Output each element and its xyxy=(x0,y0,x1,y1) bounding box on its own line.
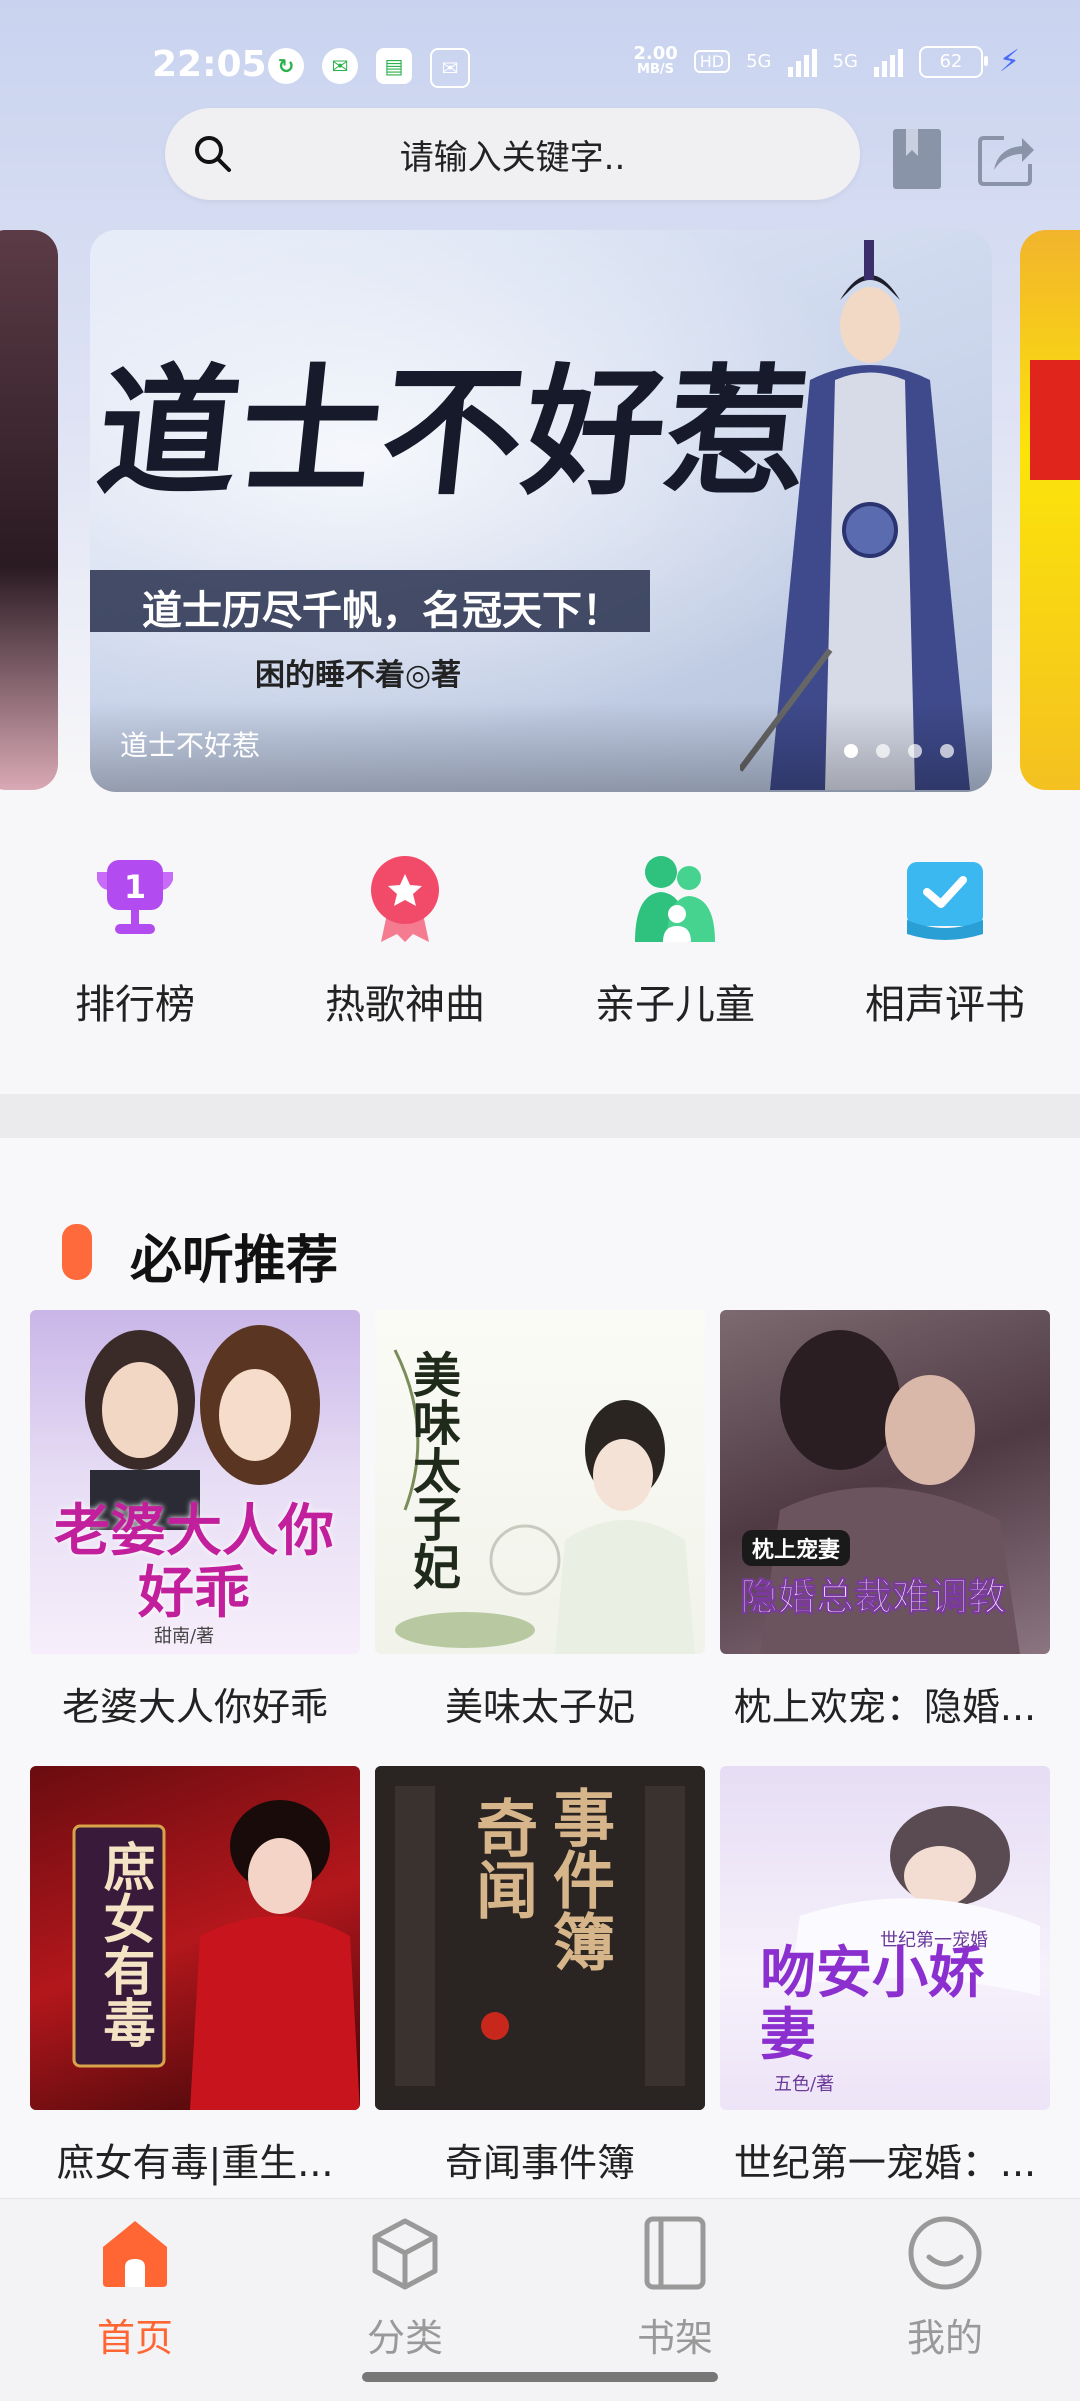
section-title: 必听推荐 xyxy=(130,1231,339,1291)
bookmark-icon[interactable] xyxy=(892,128,942,190)
section-marker xyxy=(62,1224,92,1280)
book-check-icon xyxy=(907,862,983,940)
category-label: 亲子儿童 xyxy=(595,982,755,1028)
nav-profile[interactable]: 我的 xyxy=(810,2199,1080,2401)
book-card[interactable]: 奇闻 事件簿 奇闻事件簿 xyxy=(375,1766,705,2187)
book-title: 世纪第一宠婚：... xyxy=(733,2141,1037,2185)
book-card[interactable]: 庶女有毒 庶女有毒|重生... xyxy=(30,1766,360,2187)
book-card[interactable]: 吻安小娇妻 世纪第一宠婚 五色/著 世纪第一宠婚：... xyxy=(720,1766,1050,2187)
banner-card[interactable]: 道士不好惹 道士历尽千帆，名冠天下！ 困的睡不着◎著 道士不好惹 xyxy=(90,230,992,792)
page-dot xyxy=(876,744,890,758)
category-kids[interactable]: 亲子儿童 xyxy=(540,850,810,1040)
cover-title: 庶女有毒 xyxy=(94,1840,155,2048)
hd-voice-icon: HD xyxy=(693,50,731,73)
cover-title-a: 奇闻 xyxy=(465,1796,538,1920)
banner-title: 道士不好惹 xyxy=(90,351,818,515)
bottom-navigation: 首页 分类 书架 我的 xyxy=(0,2198,1080,2401)
nav-label: 我的 xyxy=(906,2316,983,2360)
nav-label: 分类 xyxy=(366,2316,443,2360)
page-dot xyxy=(844,744,858,758)
home-icon xyxy=(103,2221,167,2287)
notification-icons: ↻ ✉ ▤ ✉ xyxy=(268,48,470,88)
cover-title: 美味太子妃 xyxy=(404,1350,460,1590)
banner-subtitle: 道士历尽千帆，名冠天下！ xyxy=(142,588,622,634)
family-icon xyxy=(635,856,715,942)
search-placeholder: 请输入关键字.. xyxy=(399,137,626,178)
cover-author: 五色/著 xyxy=(774,2074,835,2095)
network-type-2: 5G xyxy=(832,51,858,72)
nav-home[interactable]: 首页 xyxy=(0,2199,270,2401)
message-app-icon: ▤ xyxy=(376,48,412,84)
cover-tag: 枕上宠妻 xyxy=(742,1530,851,1566)
book-title: 庶女有毒|重生... xyxy=(56,2141,334,2185)
share-icon[interactable] xyxy=(976,130,1036,188)
cover-illustration xyxy=(72,1800,360,2110)
cover-title: 吻安小娇妻 xyxy=(760,1940,984,2068)
page-dot xyxy=(908,744,922,758)
chat-app-icon: ✉ xyxy=(322,48,358,84)
nav-category[interactable]: 分类 xyxy=(270,2199,540,2401)
cover-title-b: 事件簿 xyxy=(542,1786,615,1972)
page-dot xyxy=(940,744,954,758)
banner-pagination xyxy=(844,744,954,758)
book-card[interactable]: 美味太子妃 美味太子妃 xyxy=(375,1310,705,1731)
book-cover: 奇闻 事件簿 xyxy=(375,1766,705,2110)
book-title: 奇闻事件簿 xyxy=(444,2141,635,2185)
cover-title: 老婆大人你好乖 xyxy=(54,1498,334,1626)
cover-title: 隐婚总裁难调教 xyxy=(739,1574,1007,1620)
banner-author: 困的睡不着◎著 xyxy=(255,658,462,693)
cover-subtitle: 世纪第一宠婚 xyxy=(880,1930,988,1951)
book-cover: 枕上宠妻 隐婚总裁难调教 xyxy=(720,1310,1050,1654)
category-shortcuts: 1 排行榜 热歌神曲 亲子儿童 相声评书 xyxy=(0,850,1080,1040)
cover-illustration xyxy=(85,1325,320,1530)
cover-author: 甜南/著 xyxy=(154,1626,215,1647)
category-label: 相声评书 xyxy=(865,982,1025,1028)
banner-prev-card[interactable] xyxy=(0,230,58,790)
nav-label: 首页 xyxy=(96,2316,173,2360)
network-speed: 2.00 MB/S xyxy=(633,42,678,78)
status-right: 2.00 MB/S HD 5G 5G 62 ⚡ xyxy=(633,44,1020,79)
book-title: 老婆大人你好乖 xyxy=(61,1685,328,1729)
signal-icon-1 xyxy=(787,47,817,77)
trophy-icon: 1 xyxy=(97,860,173,934)
book-card[interactable]: 老婆大人你好乖 甜南/著 老婆大人你好乖 xyxy=(30,1310,360,1731)
banner-caption: 道士不好惹 xyxy=(120,729,261,762)
charging-icon: ⚡ xyxy=(998,44,1020,79)
recommend-section: 必听推荐 老婆大人你好乖 甜南/著 老婆大人你好乖 美味太子妃 美味太子妃 枕上… xyxy=(0,1138,1080,2198)
speed-unit: MB/S xyxy=(637,61,675,77)
book-cover: 老婆大人你好乖 甜南/著 xyxy=(30,1310,360,1654)
status-time: 22:05 xyxy=(152,44,267,85)
nav-bookshelf[interactable]: 书架 xyxy=(540,2199,810,2401)
book-card[interactable]: 枕上宠妻 隐婚总裁难调教 枕上欢宠：隐婚... xyxy=(720,1310,1050,1731)
sync-app-icon: ↻ xyxy=(268,48,304,84)
cover-illustration xyxy=(375,1766,705,2110)
svg-text:1: 1 xyxy=(124,868,146,906)
book-cover: 庶女有毒 xyxy=(30,1766,360,2110)
nav-label: 书架 xyxy=(636,2316,713,2360)
profile-icon xyxy=(908,2216,982,2290)
bookshelf-icon xyxy=(644,2216,706,2290)
battery-level: 62 xyxy=(939,51,963,72)
search-bar[interactable]: 请输入关键字.. xyxy=(165,108,860,200)
signal-icon-2 xyxy=(873,47,903,77)
category-label: 热歌神曲 xyxy=(325,982,485,1028)
gesture-home-bar[interactable] xyxy=(362,2372,718,2382)
speed-value: 2.00 xyxy=(633,42,678,64)
category-hot-songs[interactable]: 热歌神曲 xyxy=(270,850,540,1040)
mail-icon: ✉ xyxy=(430,48,470,88)
medal-icon xyxy=(371,856,439,942)
book-cover: 吻安小娇妻 世纪第一宠婚 五色/著 xyxy=(720,1766,1050,2110)
cube-icon xyxy=(372,2218,438,2290)
category-ranking[interactable]: 1 排行榜 xyxy=(0,850,270,1040)
network-type-1: 5G xyxy=(746,51,772,72)
section-divider xyxy=(0,1094,1080,1138)
category-label: 排行榜 xyxy=(75,982,195,1028)
category-crosstalk[interactable]: 相声评书 xyxy=(810,850,1080,1040)
book-title: 枕上欢宠：隐婚... xyxy=(733,1685,1037,1729)
book-title: 美味太子妃 xyxy=(444,1685,635,1729)
battery-icon: 62 xyxy=(918,45,988,78)
banner-next-card[interactable] xyxy=(1020,230,1080,790)
book-cover: 美味太子妃 xyxy=(375,1310,705,1654)
